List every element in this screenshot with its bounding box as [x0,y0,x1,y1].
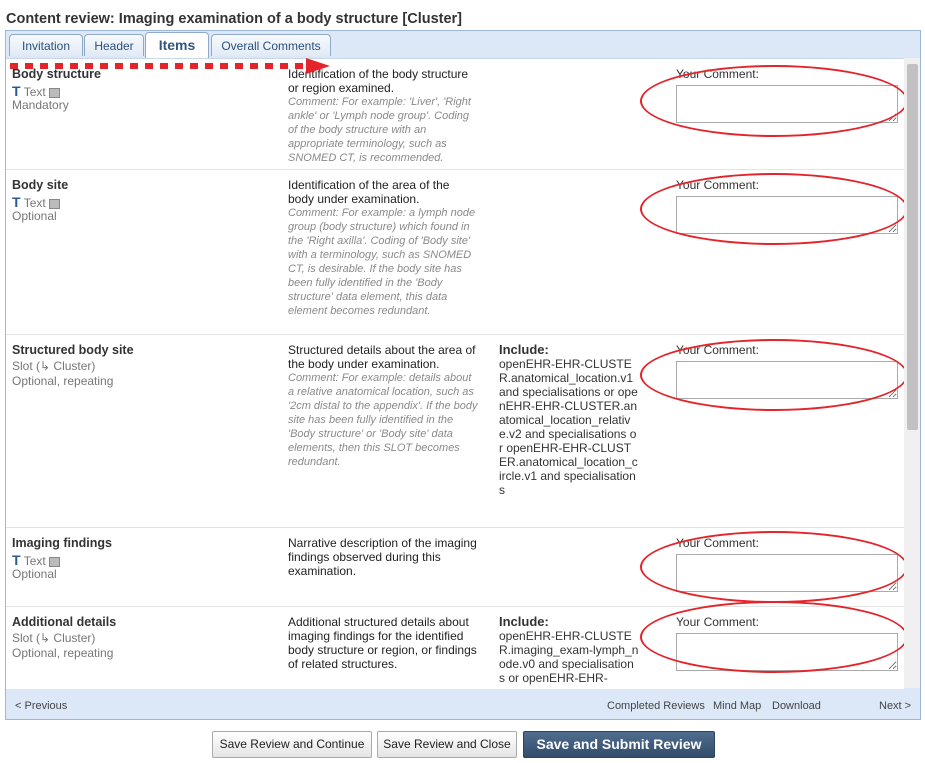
tab-header[interactable]: Header [84,34,144,56]
vertical-scrollbar[interactable] [904,58,920,688]
item-include: Include: openEHR-EHR-CLUSTER.anatomical_… [499,342,639,498]
item-type: Slot (↳ Cluster) [12,631,96,645]
item-description-text: Identification of the body structure or … [288,67,469,95]
item-type-label: Text [23,554,46,568]
item-name: Body structure [12,67,101,81]
expand-icon[interactable] [48,198,60,209]
item-description: Structured details about the area of the… [288,343,478,469]
item-comment: Comment: For example: a lymph node group… [288,207,476,317]
item-name: Additional details [12,615,117,629]
annotation-ellipse [640,531,904,603]
item-description: Additional structured details about imag… [288,615,478,671]
item-comment: Comment: For example: details about a re… [288,372,478,468]
tab-items[interactable]: Items [145,32,209,58]
text-type-icon: T [12,83,21,99]
text-type-icon: T [12,552,21,568]
include-label: Include: [499,342,549,357]
text-type-icon: T [12,194,21,210]
mind-map-link[interactable]: Mind Map [713,700,761,712]
page-title: Content review: Imaging examination of a… [6,11,463,27]
item-occurrence: Optional [12,567,57,581]
item-description-text: Narrative description of the imaging fin… [288,536,477,578]
save-submit-review-button[interactable]: Save and Submit Review [523,731,715,758]
item-occurrence: Mandatory [12,98,69,112]
item-occurrence: Optional [12,209,57,223]
tab-invitation[interactable]: Invitation [9,34,83,56]
item-description: Narrative description of the imaging fin… [288,536,478,578]
scrollbar-thumb[interactable] [907,64,918,430]
item-name: Body site [12,178,69,192]
review-footer: < Previous Completed Reviews Mind Map Do… [6,689,920,719]
annotation-ellipse [640,601,904,673]
include-text: openEHR-EHR-CLUSTER.imaging_exam-lymph_n… [499,629,639,685]
download-link[interactable]: Download [772,700,821,712]
annotation-ellipse [640,65,904,137]
item-occurrence: Optional, repeating [12,374,114,388]
previous-link[interactable]: < Previous [15,700,67,712]
tab-overall-comments[interactable]: Overall Comments [211,34,331,56]
expand-icon[interactable] [48,556,60,567]
item-name: Imaging findings [12,536,112,550]
item-description-text: Identification of the area of the body u… [288,178,450,206]
item-description-text: Structured details about the area of the… [288,343,476,371]
item-description: Identification of the body structure or … [288,67,478,165]
include-label: Include: [499,614,549,629]
item-type-label: Text [23,196,46,210]
item-description-text: Additional structured details about imag… [288,615,477,671]
item-name: Structured body site [12,343,134,357]
annotation-ellipse [640,173,904,245]
include-text: openEHR-EHR-CLUSTER.anatomical_location.… [499,357,638,497]
item-include: Include: openEHR-EHR-CLUSTER.imaging_exa… [499,614,639,686]
item-comment: Comment: For example: 'Liver', 'Right an… [288,96,471,164]
item-description: Identification of the area of the body u… [288,178,478,318]
items-list[interactable]: Body structure T Text Mandatory Identifi… [6,58,904,689]
save-review-close-button[interactable]: Save Review and Close [377,731,517,758]
item-type: Slot (↳ Cluster) [12,359,96,373]
item-type: T Text [12,194,60,210]
item-type-label: Text [23,85,46,99]
annotation-ellipse [640,339,904,411]
expand-icon[interactable] [48,87,60,98]
completed-reviews-link[interactable]: Completed Reviews [607,700,705,712]
item-type: T Text [12,83,60,99]
item-occurrence: Optional, repeating [12,646,114,660]
item-type: T Text [12,552,60,568]
next-link[interactable]: Next > [879,700,911,712]
save-review-continue-button[interactable]: Save Review and Continue [212,731,372,758]
